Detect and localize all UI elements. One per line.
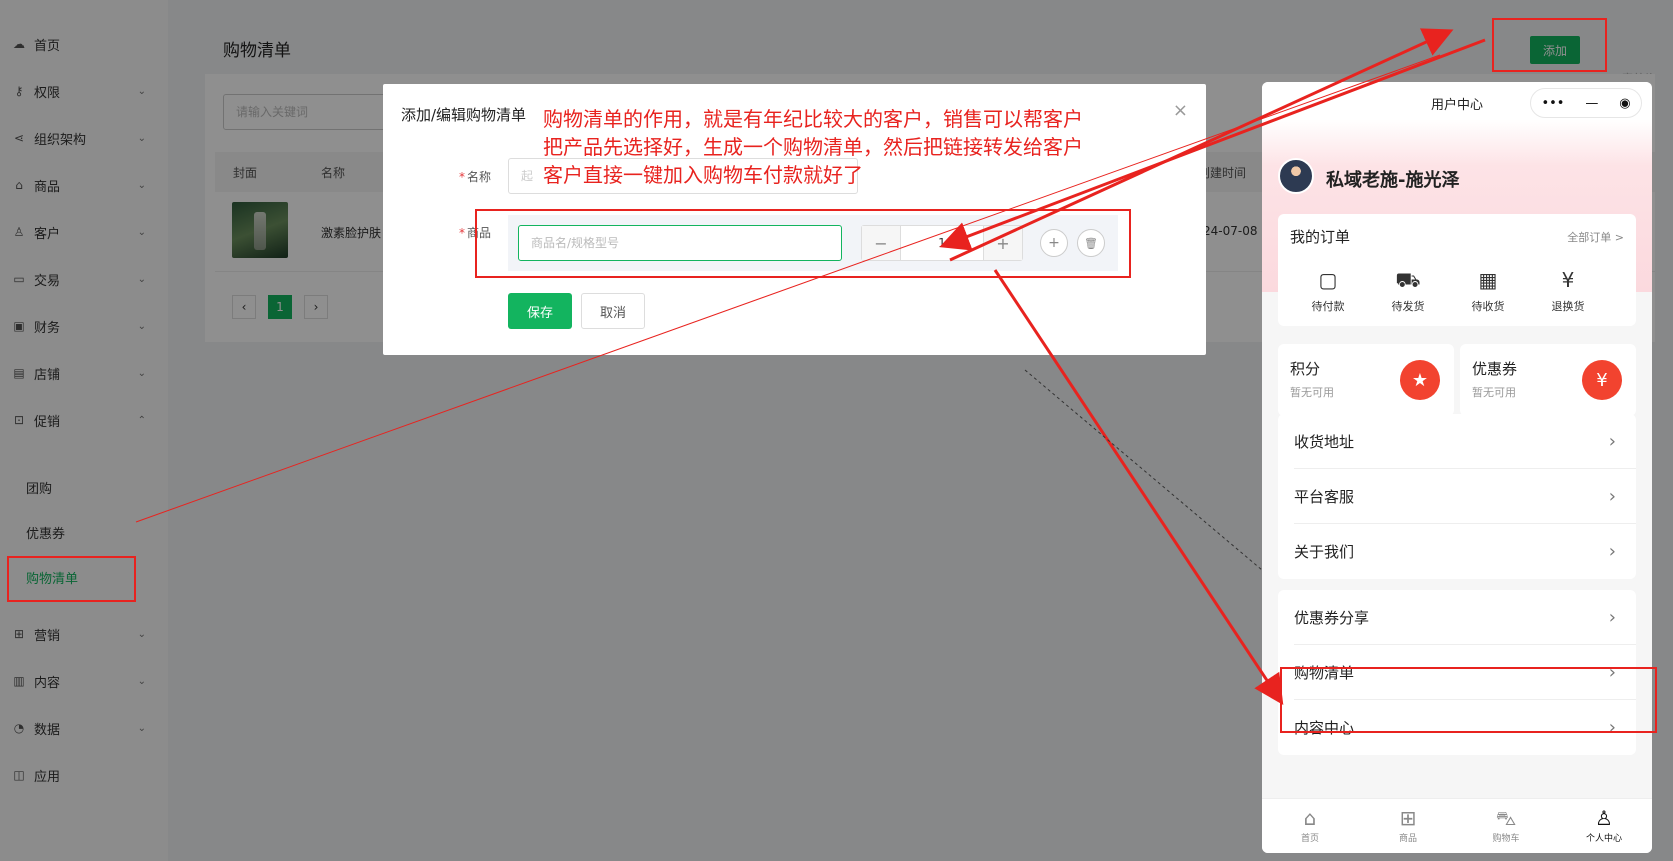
mobile-preview: 用户中心 ••• — ◉ 私域老施-施光泽 我的订单 全部订单 > ▢ 待付款 ⛟… xyxy=(1262,82,1652,853)
close-icon[interactable]: × xyxy=(1173,100,1188,121)
orders-title: 我的订单 xyxy=(1290,228,1351,246)
highlight-sidebar-shopping-list xyxy=(7,556,136,602)
chevron-right-icon: › xyxy=(1608,431,1616,452)
minimize-icon[interactable]: — xyxy=(1585,96,1598,111)
save-button[interactable]: 保存 xyxy=(508,293,572,329)
highlight-phone-shopping-list xyxy=(1280,667,1657,733)
chevron-right-icon: › xyxy=(1608,486,1616,507)
tab-profile[interactable]: ♙ 个人中心 xyxy=(1569,805,1639,844)
order-pending-payment[interactable]: ▢ 待付款 xyxy=(1293,266,1363,314)
points-card[interactable]: 积分 暂无可用 ★ xyxy=(1278,344,1454,416)
refund-icon: ¥ xyxy=(1561,268,1575,292)
truck-icon: ⛟ xyxy=(1395,268,1421,292)
chevron-right-icon: › xyxy=(1608,607,1616,628)
dialog-title: 添加/编辑购物清单 xyxy=(401,106,527,124)
home-icon: ⌂ xyxy=(1303,806,1317,830)
cart-icon: ⛍ xyxy=(1495,806,1517,830)
tab-cart[interactable]: ⛍ 购物车 xyxy=(1471,805,1541,844)
star-icon: ★ xyxy=(1400,360,1440,400)
more-icon[interactable]: ••• xyxy=(1541,96,1564,111)
wallet-icon: ▢ xyxy=(1318,268,1338,292)
close-icon[interactable]: ◉ xyxy=(1619,96,1630,111)
tab-home[interactable]: ⌂ 首页 xyxy=(1275,805,1345,844)
avatar[interactable] xyxy=(1278,158,1314,194)
highlight-add-button xyxy=(1492,18,1607,72)
box-icon: ▦ xyxy=(1478,268,1498,292)
menu-item-about[interactable]: 关于我们 › xyxy=(1278,524,1636,579)
all-orders-link[interactable]: 全部订单 > xyxy=(1567,229,1624,245)
menu-group-1: 收货地址 › 平台客服 › 关于我们 › xyxy=(1278,414,1636,579)
user-name: 私域老施-施光泽 xyxy=(1326,170,1460,191)
order-pending-receipt[interactable]: ▦ 待收货 xyxy=(1453,266,1523,314)
tab-goods[interactable]: ⊞ 商品 xyxy=(1373,805,1443,844)
annotation-text: 购物清单的作用，就是有年纪比较大的客户，销售可以帮客户 把产品先选择好，生成一个… xyxy=(543,107,1083,187)
highlight-goods-row xyxy=(475,209,1131,278)
name-label: * 名称 xyxy=(459,170,492,184)
bottom-tab-bar: ⌂ 首页 ⊞ 商品 ⛍ 购物车 ♙ 个人中心 xyxy=(1262,798,1652,853)
chevron-right-icon: › xyxy=(1608,541,1616,562)
menu-item-coupon-share[interactable]: 优惠券分享 › xyxy=(1278,590,1636,645)
order-pending-shipment[interactable]: ⛟ 待发货 xyxy=(1373,266,1443,314)
cancel-button[interactable]: 取消 xyxy=(581,293,645,329)
menu-item-address[interactable]: 收货地址 › xyxy=(1278,414,1636,469)
coupon-card[interactable]: 优惠券 暂无可用 ¥ xyxy=(1460,344,1636,416)
coupon-icon: ¥ xyxy=(1582,360,1622,400)
person-icon: ♙ xyxy=(1595,806,1613,830)
menu-item-service[interactable]: 平台客服 › xyxy=(1278,469,1636,524)
order-refund[interactable]: ¥ 退换货 xyxy=(1533,266,1603,314)
grid-icon: ⊞ xyxy=(1399,806,1417,830)
my-orders-card: 我的订单 全部订单 > ▢ 待付款 ⛟ 待发货 ▦ 待收货 ¥ 退换货 xyxy=(1278,214,1636,326)
mini-program-capsule: ••• — ◉ xyxy=(1530,88,1642,118)
